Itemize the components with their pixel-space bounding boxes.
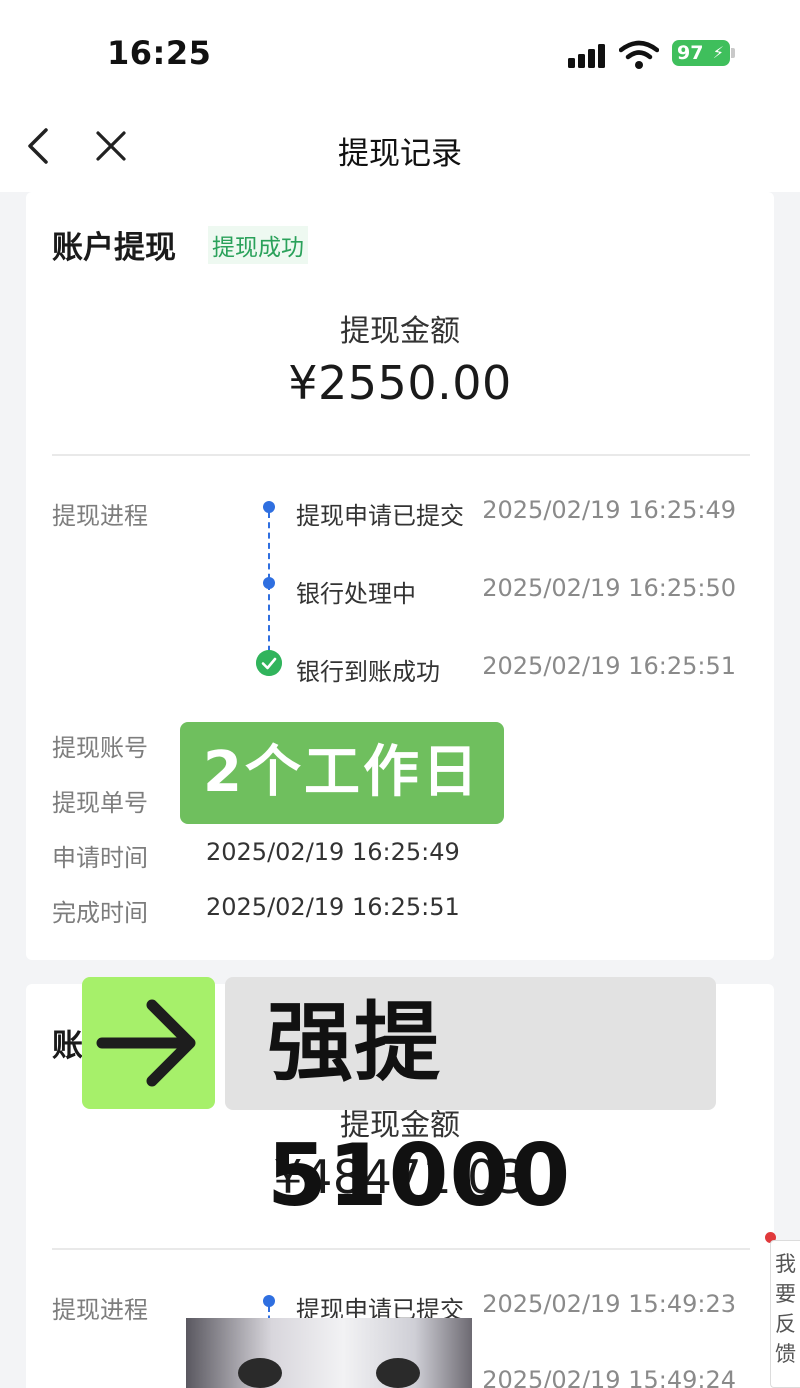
amount-label: 提现金额 [340, 314, 460, 349]
status-bar: 16:25 97 ⚡ [0, 0, 800, 100]
step-dot [263, 501, 275, 513]
signal-icon [568, 40, 608, 68]
charging-bolt-icon: ⚡ [712, 43, 724, 62]
divider [52, 454, 750, 456]
feedback-button[interactable]: 我要反馈 [770, 1240, 800, 1388]
status-badge: 提现成功 [208, 226, 308, 264]
step-time: 2025/02/19 15:49:23 [482, 1290, 736, 1318]
step-dot [263, 577, 275, 589]
working-days-sticker: 2个工作日 [180, 722, 504, 824]
progress-label: 提现进程 [52, 502, 148, 530]
step-time: 2025/02/19 16:25:49 [482, 496, 736, 524]
nav-bar: 提现记录 [0, 100, 800, 192]
page-title: 提现记录 [338, 136, 462, 172]
progress-label: 提现进程 [52, 1296, 148, 1324]
step-name: 银行处理中 [296, 580, 416, 608]
feedback-label: 我要反馈 [775, 1252, 796, 1366]
step-name: 提现申请已提交 [296, 502, 464, 530]
detail-label: 申请时间 [52, 844, 148, 872]
detail-value: 2025/02/19 16:25:49 [206, 838, 460, 866]
photo-detail [238, 1358, 282, 1388]
step-name: 银行到账成功 [296, 658, 440, 686]
detail-label: 完成时间 [52, 899, 148, 927]
wifi-icon [619, 40, 659, 69]
amount-value: ¥2550.00 [288, 356, 512, 410]
step-time: 2025/02/19 16:25:51 [482, 652, 736, 680]
step-dot [263, 1295, 275, 1307]
battery-level: 97 [677, 42, 704, 64]
battery-icon: 97 ⚡ [672, 40, 730, 66]
divider [52, 1248, 750, 1250]
withdrawal-record-card: 账户提现 提现成功 提现金额 ¥2550.00 提现进程 提现申请已提交 202… [26, 192, 774, 960]
step-time: 2025/02/19 16:25:50 [482, 574, 736, 602]
photo-detail [376, 1358, 420, 1388]
detail-value: 2025/02/19 16:25:51 [206, 893, 460, 921]
cat-photo [186, 1318, 472, 1388]
arrow-right-icon [96, 999, 196, 1087]
status-time: 16:25 [107, 34, 212, 72]
battery-cap [731, 48, 735, 58]
force-withdraw-sticker: 强提51000 [225, 977, 716, 1226]
detail-label: 提现账号 [52, 734, 148, 762]
check-circle-icon [256, 650, 282, 676]
arrow-sticker [82, 977, 215, 1109]
record-title: 账户提现 [52, 230, 176, 266]
detail-label: 提现单号 [52, 789, 148, 817]
record-title: 账 [52, 1028, 83, 1064]
step-time: 2025/02/19 15:49:24 [482, 1366, 736, 1388]
